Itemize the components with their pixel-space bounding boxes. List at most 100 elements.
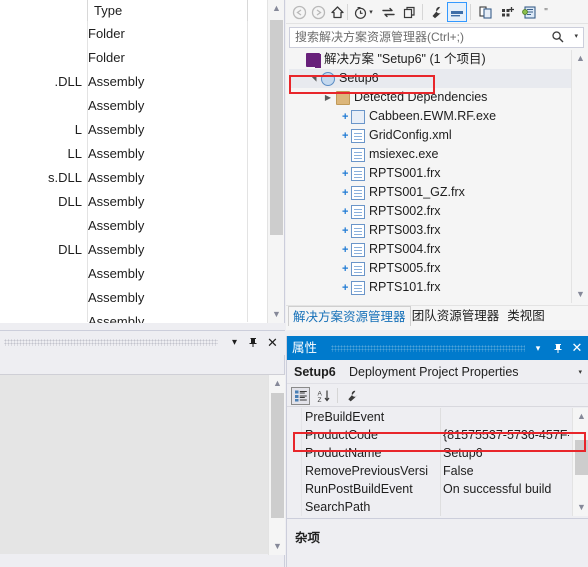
file-name-cell [0, 214, 84, 238]
overflow-chevron-icon[interactable]: " [541, 2, 551, 22]
view-designer-icon[interactable] [519, 2, 539, 22]
table-row[interactable]: Assembly [0, 214, 284, 238]
column-header-filler [248, 0, 268, 21]
file-name-cell [0, 94, 84, 118]
property-row[interactable]: ProductCode {81575537-5736-457F- [287, 426, 588, 444]
scroll-down-icon[interactable]: ▼ [572, 286, 588, 303]
chevron-down-icon[interactable]: ▾ [578, 368, 582, 376]
tree-node[interactable]: + RPTS002.frx [289, 202, 584, 221]
scroll-thumb[interactable] [575, 440, 588, 475]
table-row[interactable]: Assembly [0, 94, 284, 118]
table-row[interactable]: LL Assembly [0, 142, 284, 166]
file-name-cell: LL [67, 146, 82, 161]
scroll-up-icon[interactable]: ▲ [269, 375, 286, 392]
file-type-cell: Assembly [88, 218, 145, 233]
table-row[interactable]: s.DLL Assembly [0, 166, 284, 190]
property-row[interactable]: RemovePreviousVersi False [287, 462, 588, 480]
document-icon [351, 281, 365, 295]
table-row[interactable]: DLL Assembly [0, 190, 284, 214]
scroll-down-icon[interactable]: ▼ [268, 306, 284, 323]
tab-2[interactable]: 类视图 [503, 306, 549, 326]
tree-node[interactable]: + RPTS005.frx [289, 259, 584, 278]
pin-icon[interactable] [245, 334, 262, 351]
solution-tree-scrollbar[interactable]: ▲ ▼ [571, 50, 588, 303]
home-icon[interactable] [327, 2, 347, 22]
search-icon[interactable] [551, 30, 565, 47]
collapse-chevron-icon[interactable]: ◢ [304, 73, 323, 85]
tree-node[interactable]: + RPTS001_GZ.frx [289, 183, 584, 202]
table-row[interactable]: DLL Assembly [0, 238, 284, 262]
tree-node-label: RPTS005.frx [369, 261, 441, 275]
left-bottom-scrollbar[interactable]: ▲ ▼ [268, 375, 285, 555]
file-list-scrollbar[interactable]: ▲ ▼ [267, 0, 284, 323]
properties-icon[interactable] [427, 2, 447, 22]
table-row[interactable]: L Assembly [0, 118, 284, 142]
tree-node[interactable]: ▶ Detected Dependencies [289, 88, 584, 107]
column-header-type[interactable]: Type [88, 0, 248, 21]
refresh-icon[interactable] [399, 2, 419, 22]
preview-selected-items-icon[interactable] [475, 2, 495, 22]
scroll-down-icon[interactable]: ▼ [269, 538, 286, 555]
property-value[interactable]: Setup6 [443, 444, 569, 462]
categorized-icon[interactable] [291, 387, 310, 405]
table-row[interactable]: Folder [0, 22, 284, 46]
forward-icon[interactable] [308, 2, 328, 22]
properties-grid-scrollbar[interactable]: ▲ ▼ [572, 408, 588, 516]
back-icon[interactable] [289, 2, 309, 22]
property-pages-icon[interactable] [343, 387, 362, 405]
scroll-thumb[interactable] [270, 20, 283, 235]
property-value[interactable]: {81575537-5736-457F- [443, 426, 569, 444]
property-value[interactable] [443, 498, 569, 516]
sync-with-active-document-icon[interactable] [378, 2, 398, 22]
column-header-name[interactable] [0, 0, 88, 21]
tree-node[interactable]: ◢ Setup6 [289, 69, 584, 88]
tree-node[interactable]: + Cabbeen.EWM.RF.exe [289, 107, 584, 126]
pending-changes-dropdown-icon[interactable]: ▾ [366, 2, 376, 22]
solution-explorer-toolbar: ▾ " [286, 0, 588, 24]
property-value[interactable] [443, 408, 569, 426]
expand-chevron-icon[interactable]: ▶ [322, 88, 334, 107]
scroll-up-icon[interactable]: ▲ [572, 50, 588, 67]
table-row[interactable]: Assembly [0, 286, 284, 310]
new-folder-icon[interactable] [497, 2, 517, 22]
table-row[interactable]: Assembly [0, 310, 284, 323]
close-icon[interactable]: ✕ [568, 339, 586, 357]
table-row[interactable]: .DLL Assembly [0, 70, 284, 94]
file-type-cell: Folder [88, 50, 125, 65]
scroll-up-icon[interactable]: ▲ [268, 0, 284, 17]
table-row[interactable]: Folder [0, 46, 284, 70]
property-row[interactable]: SearchPath [287, 498, 588, 516]
file-name-cell [0, 286, 84, 310]
tree-node-label: Cabbeen.EWM.RF.exe [369, 109, 497, 123]
window-menu-dropdown-icon[interactable]: ▾ [226, 334, 243, 351]
scroll-thumb[interactable] [271, 393, 284, 518]
search-input[interactable]: 搜索解决方案资源管理器(Ctrl+;) ▾ [289, 27, 584, 48]
property-row[interactable]: PreBuildEvent [287, 408, 588, 426]
scroll-up-icon[interactable]: ▲ [573, 408, 588, 425]
scroll-down-icon[interactable]: ▼ [573, 499, 588, 516]
property-value[interactable]: False [443, 462, 569, 480]
tree-node[interactable]: + GridConfig.xml [289, 126, 584, 145]
visual-studio-window: Type Folder Folder .DLL Assembly Assembly L As… [0, 0, 588, 567]
property-row[interactable]: ProductName Setup6 [287, 444, 588, 462]
tab-0[interactable]: 解决方案资源管理器 [288, 306, 411, 326]
window-menu-dropdown-icon[interactable]: ▾ [529, 339, 547, 357]
tree-node[interactable]: 解决方案 "Setup6" (1 个项目) [289, 50, 584, 69]
pin-icon[interactable] [549, 339, 567, 357]
alphabetical-sort-icon[interactable]: AZ [314, 387, 333, 405]
file-name-cell: .DLL [54, 74, 82, 89]
properties-object-selector[interactable]: Setup6 Deployment Project Properties ▾ [287, 360, 588, 384]
show-all-files-icon[interactable] [447, 2, 467, 22]
solution-tree: 解决方案 "Setup6" (1 个项目) ◢ Setup6 ▶ Detected De… [289, 50, 584, 303]
table-row[interactable]: Assembly [0, 262, 284, 286]
property-value[interactable]: On successful build [443, 480, 569, 498]
property-row[interactable]: RunPostBuildEvent On successful build [287, 480, 588, 498]
tree-node[interactable]: + RPTS003.frx [289, 221, 584, 240]
tree-node[interactable]: + RPTS001.frx [289, 164, 584, 183]
tree-node[interactable]: + RPTS004.frx [289, 240, 584, 259]
search-dropdown-icon[interactable]: ▾ [574, 32, 578, 40]
tree-node[interactable]: msiexec.exe [289, 145, 584, 164]
close-icon[interactable]: ✕ [264, 334, 281, 351]
tree-node[interactable]: + RPTS101.frx [289, 278, 584, 297]
tab-1[interactable]: 团队资源管理器 [408, 306, 504, 326]
